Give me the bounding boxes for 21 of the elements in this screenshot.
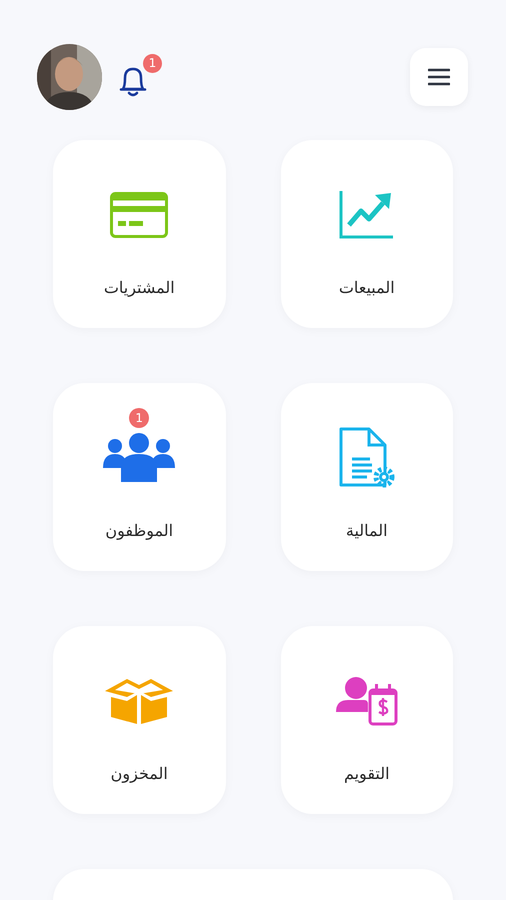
- document-gear-icon: [338, 427, 395, 489]
- module-tile[interactable]: المخزون: [53, 626, 226, 814]
- module-tile[interactable]: المشتريات: [53, 140, 226, 328]
- tile-label: المالية: [346, 520, 388, 542]
- menu-icon: [428, 68, 450, 86]
- menu-button[interactable]: [410, 48, 468, 106]
- module-tile[interactable]: المبيعات: [280, 140, 453, 328]
- tile-label: المخزون: [110, 763, 168, 785]
- person-calendar-icon: [336, 676, 398, 726]
- group-people-icon: [103, 432, 176, 484]
- trend-chart-icon: [338, 191, 395, 239]
- notification-badge: 1: [143, 54, 162, 73]
- tile-label: المبيعات: [338, 277, 395, 299]
- module-tile[interactable]: المالية: [280, 383, 453, 571]
- tile-label: المشتريات: [104, 277, 175, 299]
- open-box-icon: [105, 677, 174, 725]
- credit-card-icon: [110, 192, 168, 238]
- tile-label: الموظفون: [105, 520, 174, 542]
- module-tile[interactable]: التقويم: [280, 626, 453, 814]
- tile-label: التقويم: [344, 763, 390, 785]
- tile-badge: 1: [129, 408, 150, 428]
